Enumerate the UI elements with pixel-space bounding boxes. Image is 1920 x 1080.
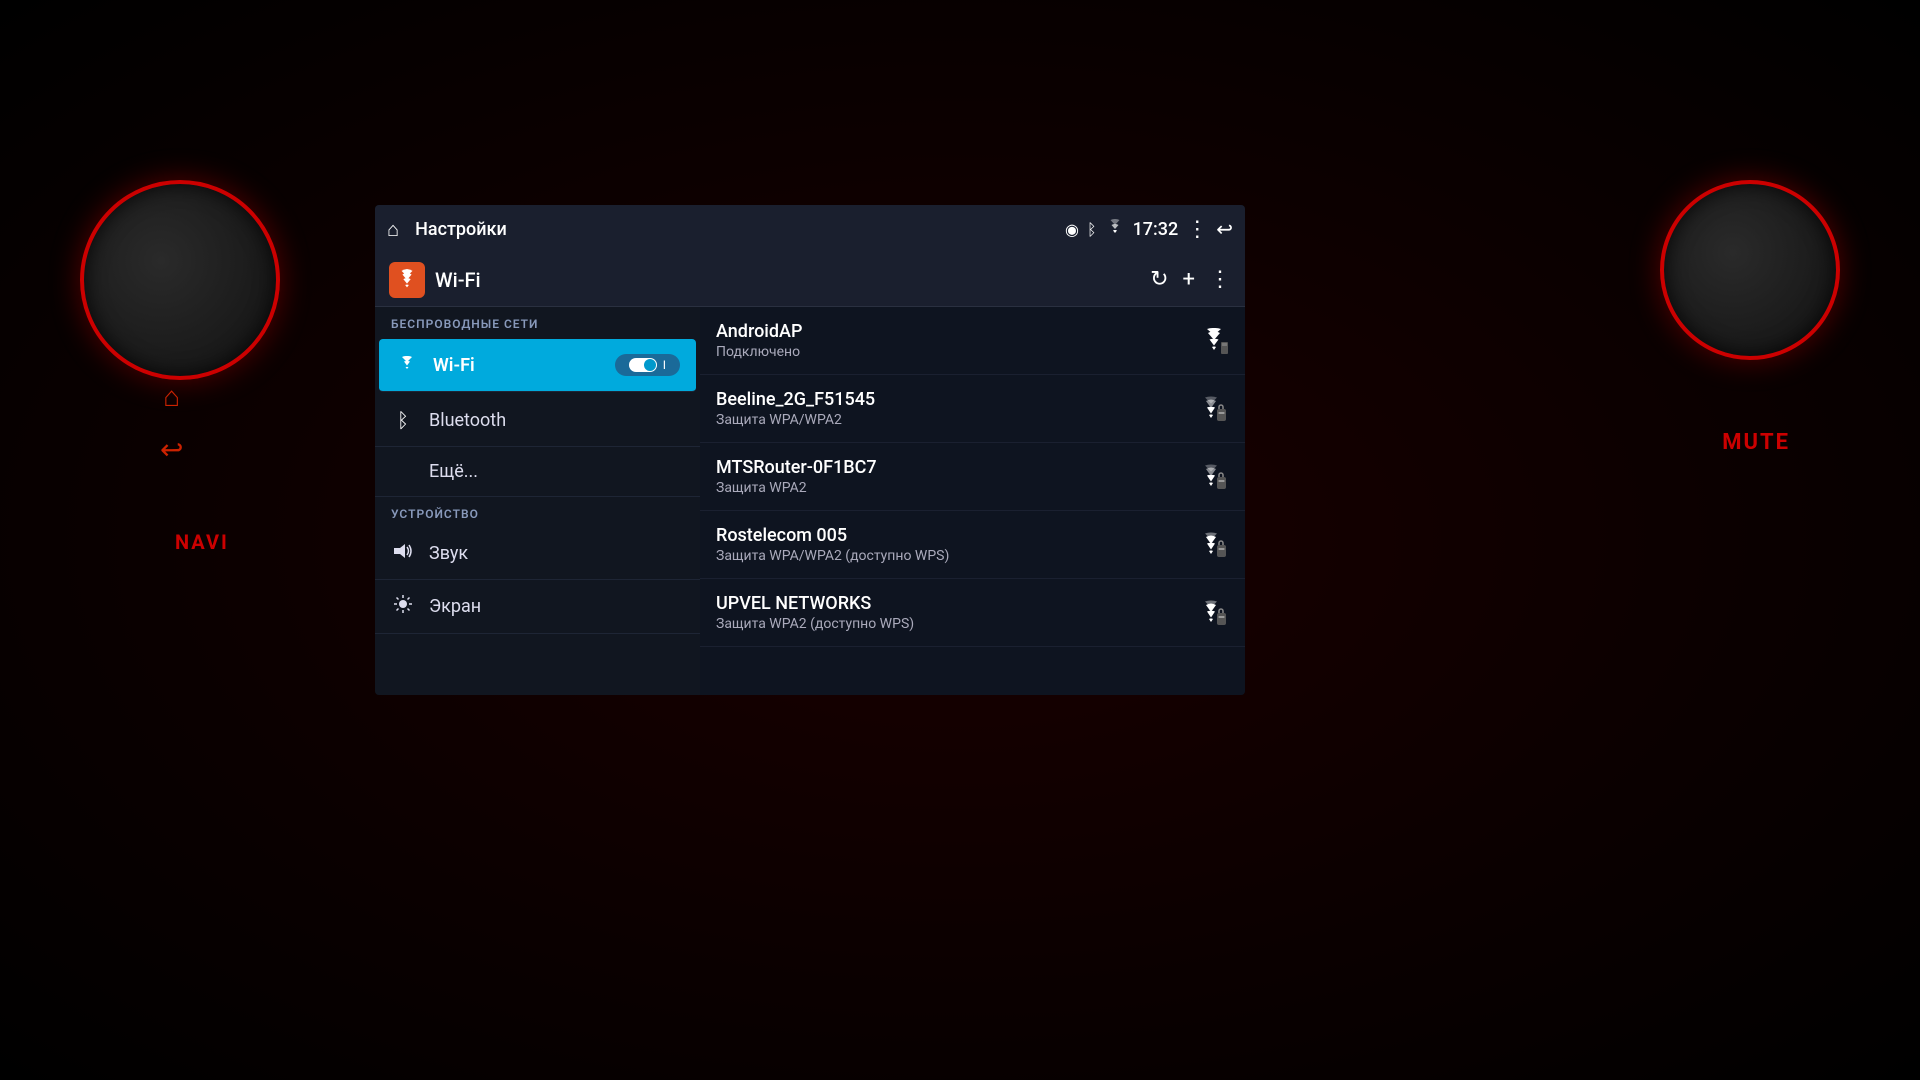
status-time: 17:32 xyxy=(1133,219,1179,240)
wifi-toggle-switch[interactable]: I xyxy=(615,354,680,376)
sound-menu-icon xyxy=(391,541,415,565)
back-button[interactable]: ↩ xyxy=(160,433,183,466)
navi-label: NAVI xyxy=(175,530,229,554)
page-title: Настройки xyxy=(415,219,1055,240)
network-signal-upvel xyxy=(1199,600,1229,626)
network-signal-androidap xyxy=(1199,328,1229,354)
sound-menu-label: Звук xyxy=(429,543,468,564)
wifi-section-title: Wi-Fi xyxy=(435,268,1140,292)
toggle-on-indicator: I xyxy=(663,358,666,372)
network-signal-beeline xyxy=(1199,396,1229,422)
network-info-androidap: AndroidAP Подключено xyxy=(716,321,1199,360)
left-buttons-panel: ⌂ ↩ xyxy=(160,380,183,466)
left-knob[interactable] xyxy=(80,180,280,380)
wifi-menu-icon xyxy=(395,353,419,377)
settings-sidebar: БЕСПРОВОДНЫЕ СЕТИ Wi-Fi I xyxy=(375,307,700,695)
sidebar-item-sound[interactable]: Звук xyxy=(375,527,700,580)
bluetooth-status-icon: ᛒ xyxy=(1087,220,1097,239)
network-item-androidap[interactable]: AndroidAP Подключено xyxy=(700,307,1245,375)
home-button[interactable]: ⌂ xyxy=(160,380,183,413)
wifi-more-button[interactable]: ⋮ xyxy=(1209,267,1231,292)
network-item-mtsrouter[interactable]: MTSRouter-0F1BC7 Защита WPA2 xyxy=(700,443,1245,511)
network-name-upvel: UPVEL NETWORKS xyxy=(716,593,1199,614)
location-icon: ◉ xyxy=(1065,220,1079,239)
bluetooth-menu-label: Bluetooth xyxy=(429,410,506,431)
mute-label: MUTE xyxy=(1722,430,1790,455)
network-status-mtsrouter: Защита WPA2 xyxy=(716,480,1199,496)
network-signal-rostelecom xyxy=(1199,532,1229,558)
wifi-add-button[interactable]: + xyxy=(1183,267,1195,292)
sidebar-item-wifi[interactable]: Wi-Fi I xyxy=(379,339,696,392)
network-info-rostelecom: Rostelecom 005 Защита WPA/WPA2 (доступно… xyxy=(716,525,1199,564)
bluetooth-menu-icon: ᛒ xyxy=(391,408,415,432)
status-home-icon[interactable]: ⌂ xyxy=(387,217,399,242)
toggle-slider xyxy=(629,358,657,372)
network-item-beeline[interactable]: Beeline_2G_F51545 Защита WPA/WPA2 xyxy=(700,375,1245,443)
status-back-icon[interactable]: ↩ xyxy=(1216,217,1233,241)
wifi-app-icon xyxy=(389,262,425,298)
network-status-beeline: Защита WPA/WPA2 xyxy=(716,412,1199,428)
status-more-icon[interactable]: ⋮ xyxy=(1186,217,1208,242)
wifi-status-icon xyxy=(1105,219,1125,239)
network-info-upvel: UPVEL NETWORKS Защита WPA2 (доступно WPS… xyxy=(716,593,1199,632)
toggle-thumb xyxy=(644,359,656,371)
display-menu-icon xyxy=(391,594,415,619)
network-name-androidap: AndroidAP xyxy=(716,321,1199,342)
more-menu-label: Ещё... xyxy=(429,461,478,482)
network-info-beeline: Beeline_2G_F51545 Защита WPA/WPA2 xyxy=(716,389,1199,428)
sidebar-item-display[interactable]: Экран xyxy=(375,580,700,634)
network-name-rostelecom: Rostelecom 005 xyxy=(716,525,1199,546)
status-icons-group: ◉ ᛒ 17:32 ⋮ ↩ xyxy=(1065,217,1233,242)
network-name-beeline: Beeline_2G_F51545 xyxy=(716,389,1199,410)
network-status-upvel: Защита WPA2 (доступно WPS) xyxy=(716,616,1199,632)
network-signal-mtsrouter xyxy=(1199,464,1229,490)
wifi-header-row: Wi-Fi ↻ + ⋮ xyxy=(375,253,1245,307)
sidebar-item-more[interactable]: Ещё... xyxy=(375,447,700,497)
status-bar: ⌂ Настройки ◉ ᛒ 17:32 ⋮ ↩ xyxy=(375,205,1245,253)
network-status-rostelecom: Защита WPA/WPA2 (доступно WPS) xyxy=(716,548,1199,564)
network-item-upvel[interactable]: UPVEL NETWORKS Защита WPA2 (доступно WPS… xyxy=(700,579,1245,647)
network-item-rostelecom[interactable]: Rostelecom 005 Защита WPA/WPA2 (доступно… xyxy=(700,511,1245,579)
display-menu-label: Экран xyxy=(429,596,481,617)
wifi-header-actions: ↻ + ⋮ xyxy=(1150,267,1231,292)
network-status-androidap: Подключено xyxy=(716,344,1199,360)
device-section-label: УСТРОЙСТВО xyxy=(375,497,700,527)
wireless-section-label: БЕСПРОВОДНЫЕ СЕТИ xyxy=(375,307,700,337)
wifi-refresh-button[interactable]: ↻ xyxy=(1150,267,1168,292)
wifi-menu-label: Wi-Fi xyxy=(433,355,475,376)
main-screen: ⌂ Настройки ◉ ᛒ 17:32 ⋮ ↩ xyxy=(375,205,1245,695)
sidebar-item-bluetooth[interactable]: ᛒ Bluetooth xyxy=(375,394,700,447)
network-list: AndroidAP Подключено B xyxy=(700,307,1245,695)
right-knob[interactable] xyxy=(1660,180,1840,360)
network-name-mtsrouter: MTSRouter-0F1BC7 xyxy=(716,457,1199,478)
network-info-mtsrouter: MTSRouter-0F1BC7 Защита WPA2 xyxy=(716,457,1199,496)
content-area: БЕСПРОВОДНЫЕ СЕТИ Wi-Fi I xyxy=(375,307,1245,695)
